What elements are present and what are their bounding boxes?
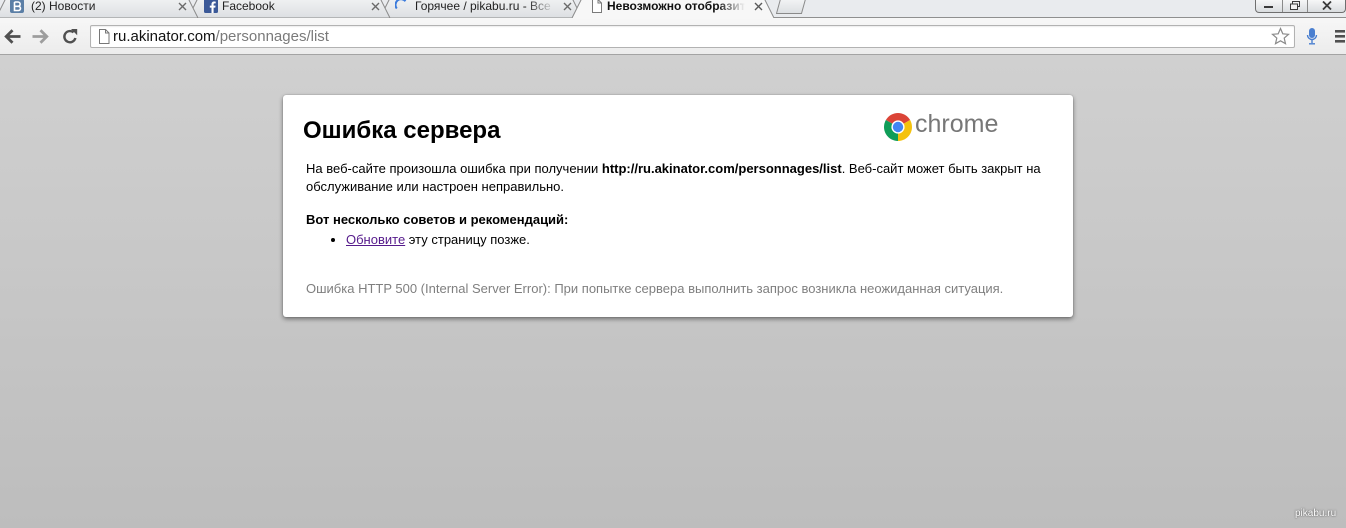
tab-strip: (2) Новости Facebook Горячее / pikabu.ru… (0, 0, 1346, 18)
error-title: Ошибка сервера (303, 117, 501, 144)
tab-news[interactable]: (2) Новости (0, 0, 190, 18)
watermark: pikabu.ru (1295, 508, 1337, 519)
suggestions-heading: Вот несколько советов и рекомендаций: (306, 212, 569, 227)
url-path: /personnages/list (215, 28, 329, 45)
url-text: ru.akinator.com/personnages/list (113, 26, 329, 47)
chrome-logo-icon (884, 113, 912, 141)
tab-close-button[interactable] (754, 2, 763, 11)
close-icon (1321, 1, 1332, 10)
tab-close-button[interactable] (371, 2, 380, 11)
tab-title: (2) Новости (31, 0, 96, 13)
list-item: Обновите эту страницу позже. (346, 231, 530, 249)
minimize-icon (1264, 5, 1273, 8)
address-bar[interactable]: ru.akinator.com/personnages/list (90, 25, 1295, 48)
window-controls (1255, 0, 1346, 13)
page-icon (592, 0, 602, 13)
new-tab-button[interactable] (776, 0, 806, 14)
forward-arrow-icon[interactable] (32, 29, 49, 44)
tab-title: Невозможно отобразить (607, 0, 745, 13)
menu-icon[interactable] (1335, 30, 1345, 43)
tab-pikabu[interactable]: Горячее / pikabu.ru - Все (385, 0, 575, 18)
tab-close-button[interactable] (178, 2, 187, 11)
reload-icon[interactable] (62, 28, 78, 45)
tab-title: Горячее / pikabu.ru - Все (415, 0, 551, 13)
page-icon (99, 29, 110, 44)
suggestions-list: Обновите эту страницу позже. (306, 231, 530, 249)
tab-facebook[interactable]: Facebook (193, 0, 383, 18)
facebook-icon (204, 0, 218, 13)
back-arrow-icon[interactable] (4, 29, 21, 44)
toolbar: ru.akinator.com/personnages/list (0, 18, 1346, 55)
error-message-start: На веб-сайте произошла ошибка при получе… (306, 161, 602, 176)
failed-url: http://ru.akinator.com/personnages/list (601, 161, 842, 176)
chrome-brand-text: chrome (915, 110, 999, 138)
tab-error-page[interactable]: Невозможно отобразить (578, 0, 768, 18)
loading-spinner-icon (395, 0, 407, 10)
tab-title: Facebook (222, 0, 275, 13)
vk-icon (10, 0, 24, 13)
minimize-button[interactable] (1256, 0, 1282, 12)
star-icon[interactable] (1271, 27, 1290, 46)
reload-link[interactable]: Обновите (346, 232, 405, 247)
error-message: На веб-сайте произошла ошибка при получе… (306, 160, 1051, 196)
microphone-icon[interactable] (1306, 27, 1318, 46)
maximize-button[interactable] (1282, 0, 1307, 12)
tab-close-button[interactable] (563, 2, 572, 11)
restore-icon (1290, 1, 1300, 10)
error-details: Ошибка HTTP 500 (Internal Server Error):… (306, 281, 1004, 296)
page-content: Ошибка сервера chrome На веб-сайте произ… (0, 55, 1346, 528)
error-card: Ошибка сервера chrome На веб-сайте произ… (283, 95, 1073, 317)
suggestion-text: эту страницу позже. (405, 232, 530, 247)
url-host: ru.akinator.com (113, 28, 216, 45)
close-window-button[interactable] (1307, 0, 1345, 12)
